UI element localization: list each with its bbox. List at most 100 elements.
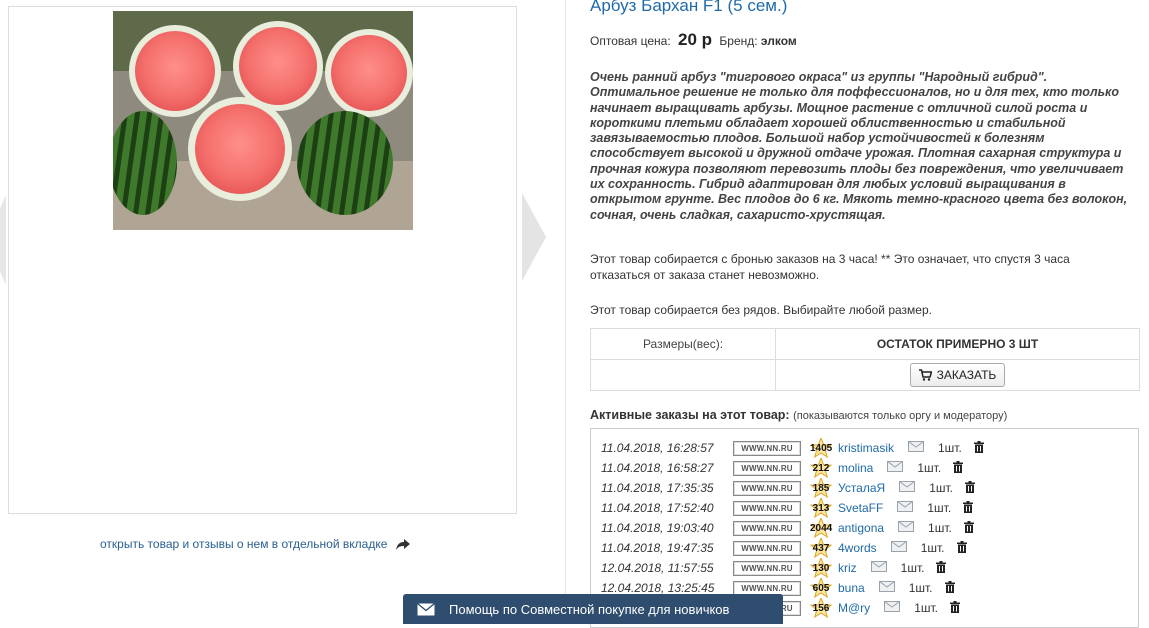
order-row: 11.04.2018, 16:28:57 WWW.NN.RU 1405 kristim… [601, 438, 984, 458]
order-button[interactable]: ЗАКАЗАТЬ [909, 363, 1006, 387]
message-user-icon[interactable] [890, 541, 907, 555]
watermelon-photo [113, 11, 413, 230]
brand-value: элком [760, 34, 797, 48]
message-user-icon[interactable] [908, 441, 924, 455]
delete-order-icon[interactable] [963, 520, 974, 536]
order-date: 11.04.2018, 16:58:27 [601, 461, 714, 475]
order-row: 11.04.2018, 17:52:40 WWW.NN.RU 313 SvetaFF 1… [601, 498, 974, 518]
order-row: 11.04.2018, 19:47:35 WWW.NN.RU 437 4words 1ш… [601, 538, 967, 558]
rating-number: 437 [812, 543, 830, 554]
message-user-icon[interactable] [878, 581, 895, 595]
order-username[interactable]: buna [838, 581, 865, 595]
order-username[interactable]: M@ry [838, 601, 870, 615]
share-arrow-icon [395, 539, 410, 551]
message-user-icon[interactable] [899, 481, 916, 495]
sizes-note: Этот товар собирается без рядов. Выбирай… [590, 303, 932, 317]
user-rating: 605 [810, 578, 832, 598]
user-rating: 1405 [810, 438, 832, 458]
message-user-icon[interactable] [898, 521, 915, 535]
user-rating: 2044 [810, 518, 832, 538]
order-quantity: 1шт. [920, 541, 945, 555]
rating-number: 130 [812, 563, 830, 574]
user-rating: 437 [810, 538, 832, 558]
order-quantity: 1шт. [914, 601, 938, 615]
rating-number: 185 [812, 483, 830, 494]
order-username[interactable]: SvetaFF [838, 501, 883, 515]
price-label: Оптовая цена: [590, 34, 671, 48]
delete-order-icon[interactable] [956, 540, 967, 556]
product-description: Очень ранний арбуз "тигрового окраса" из… [590, 70, 1128, 222]
order-quantity: 1шт. [927, 501, 952, 515]
column-divider [565, 0, 566, 618]
order-row: 11.04.2018, 16:58:27 WWW.NN.RU 212 molina 1ш… [601, 458, 964, 478]
delete-order-icon[interactable] [963, 500, 974, 516]
delete-order-icon[interactable] [953, 460, 964, 476]
nn-ru-badge: WWW.NN.RU [733, 560, 801, 576]
order-username[interactable]: УсталаЯ [838, 481, 885, 495]
order-date: 11.04.2018, 16:28:57 [601, 441, 714, 455]
order-quantity: 1шт. [900, 561, 925, 575]
size-cell-empty [590, 359, 776, 391]
rating-number: 2044 [810, 523, 833, 534]
nn-ru-badge: WWW.NN.RU [733, 540, 801, 556]
product-title: Арбуз Бархан F1 (5 сем.) [590, 0, 788, 15]
next-arrow-icon[interactable] [522, 193, 546, 281]
order-quantity: 1шт. [928, 521, 952, 535]
active-orders-title: Активные заказы на этот товар: (показыва… [590, 408, 1007, 422]
order-button-label: ЗАКАЗАТЬ [936, 368, 997, 382]
user-rating: 212 [810, 458, 832, 478]
stock-header: ОСТАТОК ПРИМЕРНО 3 ШТ [775, 328, 1140, 360]
delete-order-icon[interactable] [973, 440, 984, 456]
prev-arrow-icon[interactable] [0, 195, 6, 285]
order-username[interactable]: 4words [838, 541, 877, 555]
order-quantity: 1шт. [917, 461, 942, 475]
user-rating: 313 [810, 498, 832, 518]
product-gallery [8, 6, 517, 514]
open-in-new-tab-link[interactable]: открыть товар и отзывы о нем в отдельной… [100, 537, 410, 551]
delete-order-icon[interactable] [950, 600, 960, 616]
nn-ru-badge: WWW.NN.RU [733, 460, 801, 476]
order-date: 12.04.2018, 13:25:45 [601, 581, 715, 595]
order-date: 11.04.2018, 17:52:40 [601, 501, 714, 515]
delete-order-icon[interactable] [965, 480, 976, 496]
open-link-text[interactable]: открыть товар и отзывы о нем в отдельной… [100, 537, 387, 551]
order-quantity: 1шт. [938, 441, 962, 455]
nn-ru-badge: WWW.NN.RU [733, 480, 801, 496]
message-user-icon[interactable] [870, 561, 887, 575]
product-photo[interactable] [113, 11, 413, 230]
user-rating: 185 [810, 478, 832, 498]
order-quantity: 1шт. [908, 581, 933, 595]
cart-icon [918, 369, 932, 381]
order-username[interactable]: antigona [838, 521, 884, 535]
booking-note: Этот товар собирается с бронью заказов н… [590, 252, 1070, 282]
order-date: 11.04.2018, 19:03:40 [601, 521, 714, 535]
order-row: 12.04.2018, 11:57:55 WWW.NN.RU 130 kriz 1шт. [601, 558, 947, 578]
rating-number: 1405 [810, 443, 833, 454]
rating-number: 212 [812, 463, 830, 474]
nn-ru-badge: WWW.NN.RU [733, 440, 801, 456]
message-user-icon[interactable] [884, 601, 901, 615]
delete-order-icon[interactable] [944, 580, 955, 596]
brand-label: Бренд: [719, 34, 758, 48]
order-date: 11.04.2018, 19:47:35 [601, 541, 714, 555]
newbie-help-bar[interactable]: Помощь по Совместной покупке для новичко… [403, 594, 783, 624]
sizes-header: Размеры(вес): [590, 328, 776, 360]
order-username[interactable]: molina [838, 461, 873, 475]
price-brand-line: Оптовая цена: 20 р Бренд: элком [590, 30, 797, 50]
nn-ru-badge: WWW.NN.RU [733, 500, 801, 516]
order-cell: ЗАКАЗАТЬ [775, 359, 1140, 391]
price-value: 20 р [678, 30, 713, 49]
size-table: Размеры(вес): ОСТАТОК ПРИМЕРНО 3 ШТ ЗАКА… [590, 328, 1140, 391]
active-orders-subtitle: (показываются только оргу и модератору) [793, 410, 1008, 422]
order-username[interactable]: kristimasik [838, 441, 894, 455]
order-date: 11.04.2018, 17:35:35 [601, 481, 714, 495]
user-rating: 156 [810, 598, 832, 618]
order-date: 12.04.2018, 11:57:55 [601, 561, 714, 575]
order-username[interactable]: kriz [838, 561, 857, 575]
delete-order-icon[interactable] [936, 560, 947, 576]
order-row: 11.04.2018, 19:03:40 WWW.NN.RU 2044 antigon… [601, 518, 974, 538]
help-bar-label[interactable]: Помощь по Совместной покупке для новичко… [449, 602, 729, 617]
mail-icon [417, 602, 435, 615]
message-user-icon[interactable] [897, 501, 914, 515]
message-user-icon[interactable] [887, 461, 904, 475]
